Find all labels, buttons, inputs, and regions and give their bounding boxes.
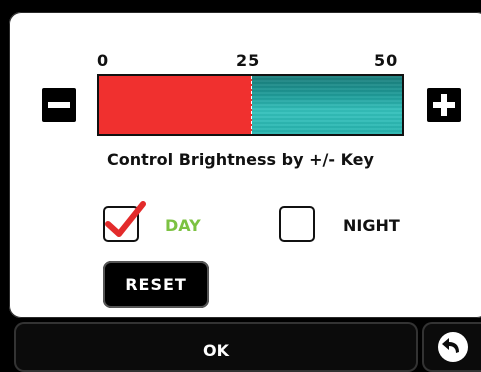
night-mode-label: NIGHT [343,216,400,235]
increase-brightness-button[interactable] [427,88,461,122]
day-mode-label: DAY [165,216,201,235]
minus-icon [48,102,70,108]
back-arrow-icon [438,332,468,362]
reset-button[interactable]: RESET [103,261,209,308]
back-button[interactable] [422,322,481,372]
scale-min-label: 0 [97,51,110,70]
ok-button[interactable]: OK [14,322,418,372]
brightness-instruction: Control Brightness by +/- Key [107,150,374,169]
scale-max-label: 50 [374,51,399,70]
decrease-brightness-button[interactable] [42,88,76,122]
brightness-level-fill [99,76,252,134]
brightness-slider[interactable] [97,74,404,136]
night-mode-checkbox[interactable] [279,206,315,242]
scale-mid-label: 25 [236,51,261,70]
day-mode-checkbox[interactable] [103,201,146,242]
check-mark-icon [105,201,146,237]
